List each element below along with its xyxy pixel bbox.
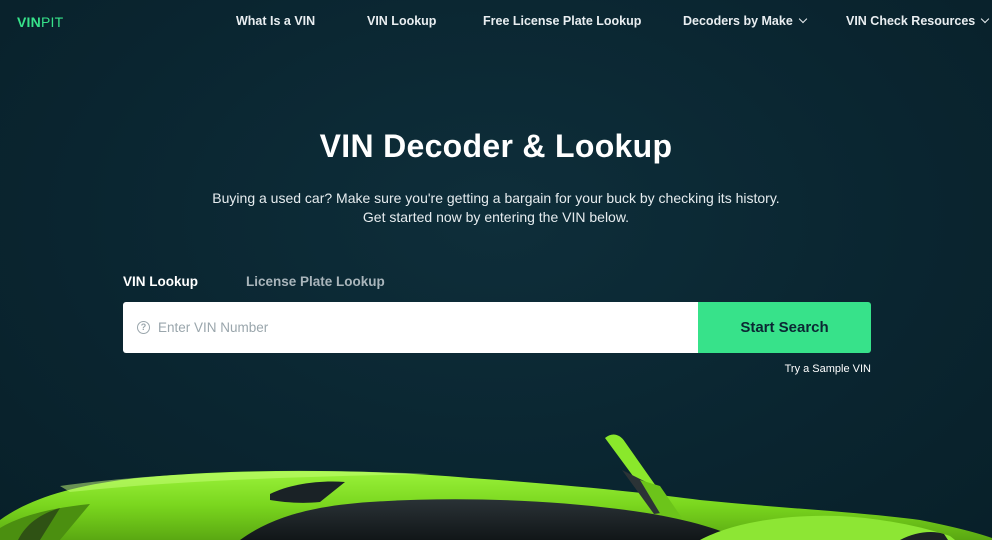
nav-decoders-by-make[interactable]: Decoders by Make bbox=[683, 14, 808, 28]
logo-text-strong: VIN bbox=[17, 14, 41, 30]
logo-text-light: PIT bbox=[40, 14, 64, 30]
nav-label: VIN Lookup bbox=[367, 14, 437, 28]
vin-input[interactable] bbox=[158, 302, 688, 353]
try-sample-vin-link[interactable]: Try a Sample VIN bbox=[785, 363, 871, 375]
nav-vin-check-resources[interactable]: VIN Check Resources bbox=[846, 14, 990, 28]
tab-vin-lookup[interactable]: VIN Lookup bbox=[123, 274, 198, 289]
start-search-button[interactable]: Start Search bbox=[698, 302, 871, 353]
vin-search-form: ? Start Search bbox=[123, 302, 871, 353]
nav-label: Decoders by Make bbox=[683, 14, 793, 28]
hero-subtitle-line2: Get started now by entering the VIN belo… bbox=[362, 209, 630, 225]
chevron-down-icon bbox=[980, 14, 990, 24]
tab-license-plate-lookup[interactable]: License Plate Lookup bbox=[246, 274, 385, 289]
site-header: VINPIT What Is a VIN VIN Lookup Free Lic… bbox=[0, 0, 992, 44]
question-circle-icon[interactable]: ? bbox=[137, 321, 150, 334]
hero-subtitle-line1: Buying a used car? Make sure you're gett… bbox=[212, 190, 780, 206]
site-logo[interactable]: VINPIT bbox=[17, 14, 63, 30]
page-title: VIN Decoder & Lookup bbox=[319, 128, 673, 164]
nav-label: VIN Check Resources bbox=[846, 14, 976, 28]
nav-vin-lookup[interactable]: VIN Lookup bbox=[367, 14, 436, 28]
page: VINPIT What Is a VIN VIN Lookup Free Lic… bbox=[0, 0, 992, 540]
sports-car-image bbox=[0, 434, 992, 540]
nav-what-is-vin[interactable]: What Is a VIN bbox=[236, 14, 315, 28]
nav-label: Free License Plate Lookup bbox=[483, 14, 642, 28]
chevron-down-icon bbox=[798, 14, 808, 24]
nav-free-license-plate-lookup[interactable]: Free License Plate Lookup bbox=[483, 14, 641, 28]
nav-label: What Is a VIN bbox=[236, 14, 316, 28]
vin-input-container: ? bbox=[123, 302, 698, 353]
